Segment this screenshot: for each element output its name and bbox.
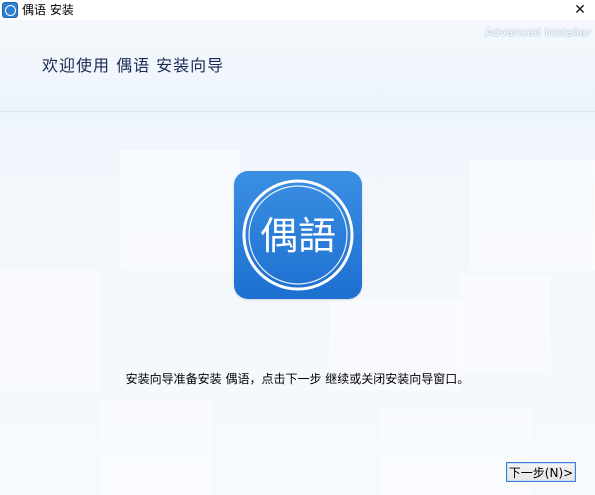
close-button[interactable]: ✕ xyxy=(565,0,595,20)
window-title: 偶语 安装 xyxy=(22,3,74,17)
logo-icon: 偶語 xyxy=(242,179,354,291)
welcome-description: 安装向导准备安装 偶语，点击下一步 继续或关闭安装向导窗口。 xyxy=(125,372,470,386)
title-bar: 偶语 安装 ✕ xyxy=(0,0,595,20)
background-tile xyxy=(120,150,240,270)
app-icon xyxy=(2,2,18,18)
page-title: 欢迎使用 偶语 安装向导 xyxy=(42,56,225,75)
background-tile xyxy=(460,275,550,370)
logo-text: 偶語 xyxy=(260,214,336,258)
background-tile xyxy=(470,160,595,270)
installer-watermark: Advanced Installer xyxy=(485,26,591,39)
background-tile xyxy=(380,410,530,495)
app-logo: 偶語 xyxy=(234,171,362,299)
next-button[interactable]: 下一步(N)> xyxy=(506,462,576,482)
background-tile xyxy=(100,400,210,495)
installer-panel: Advanced Installer 欢迎使用 偶语 安装向导 偶語 安装向导准… xyxy=(0,20,595,495)
